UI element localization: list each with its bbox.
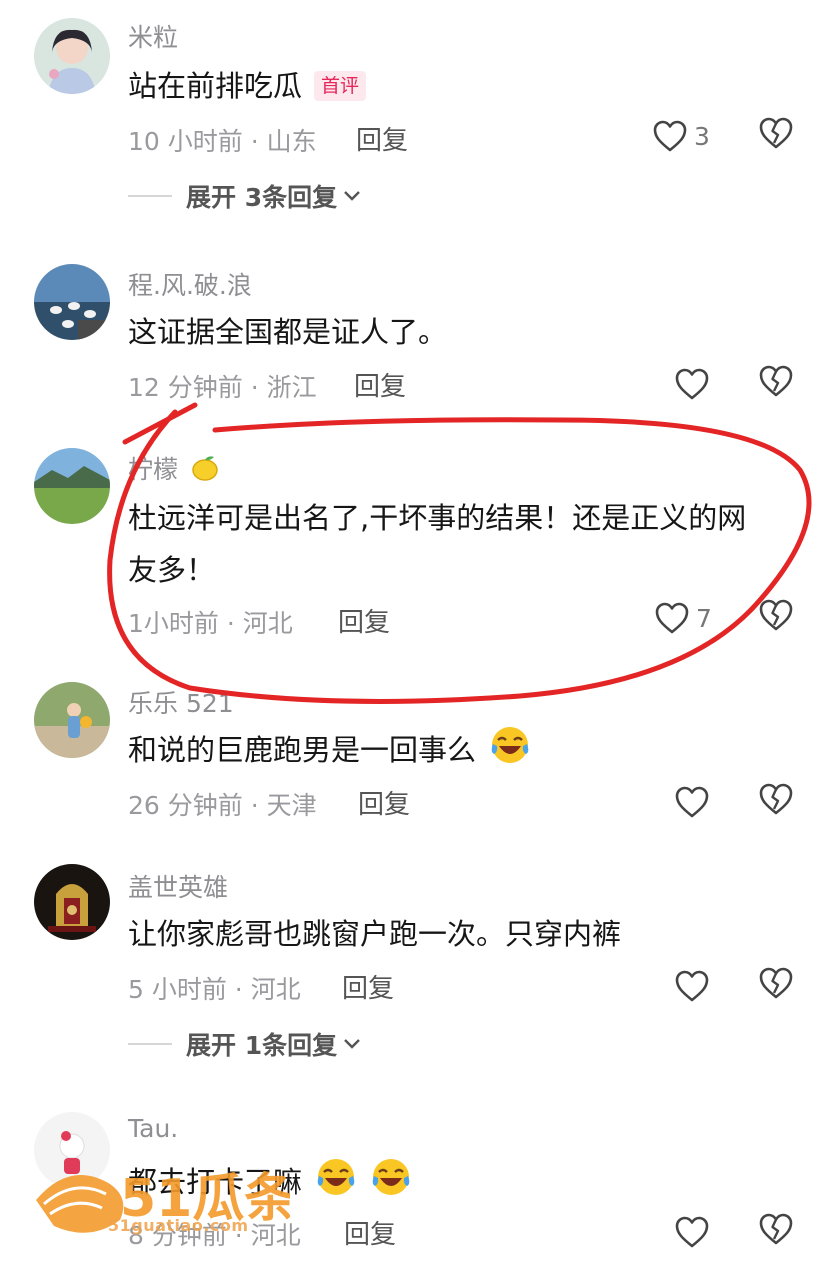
heart-icon: [655, 602, 689, 634]
dislike-button[interactable]: [758, 598, 794, 638]
time-location: 5 小时前 · 河北: [128, 975, 301, 1004]
laughing-crying-emoji: [491, 727, 529, 763]
reply-button[interactable]: 回复: [358, 784, 410, 821]
username-text: 柠檬: [128, 455, 179, 484]
broken-heart-icon: [759, 365, 793, 397]
dislike-button[interactable]: [758, 1212, 794, 1252]
watermark-site: 51guatiao.com: [108, 1216, 249, 1235]
avatar[interactable]: [34, 264, 110, 340]
like-count: 3: [694, 121, 710, 151]
like-button[interactable]: [674, 782, 710, 822]
time-location: 10 小时前 · 山东: [128, 127, 317, 156]
dislike-button[interactable]: [758, 116, 794, 156]
expand-replies-label: 展开 1条回复: [186, 1031, 338, 1060]
avatar[interactable]: [34, 18, 110, 94]
dislike-button[interactable]: [758, 782, 794, 822]
comment-text-line: 友多！: [128, 553, 216, 587]
like-button[interactable]: [674, 364, 710, 404]
reply-button[interactable]: 回复: [342, 968, 394, 1005]
comment-text: 站在前排吃瓜 首评: [128, 60, 808, 112]
comment-text: 和说的巨鹿跑男是一回事么: [128, 724, 808, 776]
divider-line: [128, 1043, 172, 1045]
comment-text: 杜远洋可是出名了,干坏事的结果！还是正义的网 友多！: [128, 492, 808, 596]
laughing-crying-emoji: [373, 1159, 410, 1195]
like-button[interactable]: 3: [652, 116, 710, 156]
expand-replies-label: 展开 3条回复: [186, 183, 338, 212]
chevron-down-icon: [344, 191, 360, 201]
dislike-button[interactable]: [758, 364, 794, 404]
chevron-down-icon: [344, 1039, 360, 1049]
username[interactable]: 乐乐 521: [128, 684, 234, 720]
lemon-emoji: [192, 456, 218, 481]
reply-button[interactable]: 回复: [344, 1214, 396, 1251]
first-comment-badge: 首评: [314, 71, 367, 101]
time-location: 12 分钟前 · 浙江: [128, 373, 317, 402]
like-button[interactable]: [674, 1212, 710, 1252]
username[interactable]: 柠檬: [128, 450, 220, 486]
avatar[interactable]: [34, 682, 110, 758]
avatar[interactable]: [34, 864, 110, 940]
comment-text-line: 杜远洋可是出名了,干坏事的结果！还是正义的网: [128, 501, 747, 535]
broken-heart-icon: [759, 967, 793, 999]
dislike-button[interactable]: [758, 966, 794, 1006]
like-count: 7: [696, 603, 712, 633]
heart-icon: [675, 368, 709, 400]
time-location: 26 分钟前 · 天津: [128, 791, 317, 820]
time-location: 1小时前 · 河北: [128, 609, 293, 638]
broken-heart-icon: [759, 783, 793, 815]
comment-text-body: 和说的巨鹿跑男是一回事么: [128, 733, 477, 767]
heart-icon: [675, 1216, 709, 1248]
username[interactable]: 米粒: [128, 18, 178, 54]
heart-icon: [653, 120, 687, 152]
comment-text: 这证据全国都是证人了。: [128, 315, 448, 349]
heart-icon: [675, 786, 709, 818]
broken-heart-icon: [759, 1213, 793, 1245]
broken-heart-icon: [759, 599, 793, 631]
avatar[interactable]: [34, 448, 110, 524]
expand-replies-button[interactable]: 展开 3条回复: [128, 178, 361, 214]
red-annotation-circle: [107, 402, 812, 704]
like-button[interactable]: [674, 966, 710, 1006]
like-button[interactable]: 7: [654, 598, 712, 638]
broken-heart-icon: [759, 117, 793, 149]
reply-button[interactable]: 回复: [338, 602, 390, 639]
laughing-crying-emoji: [317, 1159, 355, 1195]
comment-text-body: 站在前排吃瓜: [128, 69, 303, 103]
divider-line: [128, 195, 172, 197]
comment-text: 让你家彪哥也跳窗户跑一次。只穿内裤: [128, 917, 622, 951]
username[interactable]: 程.风.破.浪: [128, 266, 252, 302]
username[interactable]: 盖世英雄: [128, 868, 228, 904]
reply-button[interactable]: 回复: [354, 366, 406, 403]
heart-icon: [675, 970, 709, 1002]
reply-button[interactable]: 回复: [356, 120, 408, 157]
expand-replies-button[interactable]: 展开 1条回复: [128, 1026, 361, 1062]
